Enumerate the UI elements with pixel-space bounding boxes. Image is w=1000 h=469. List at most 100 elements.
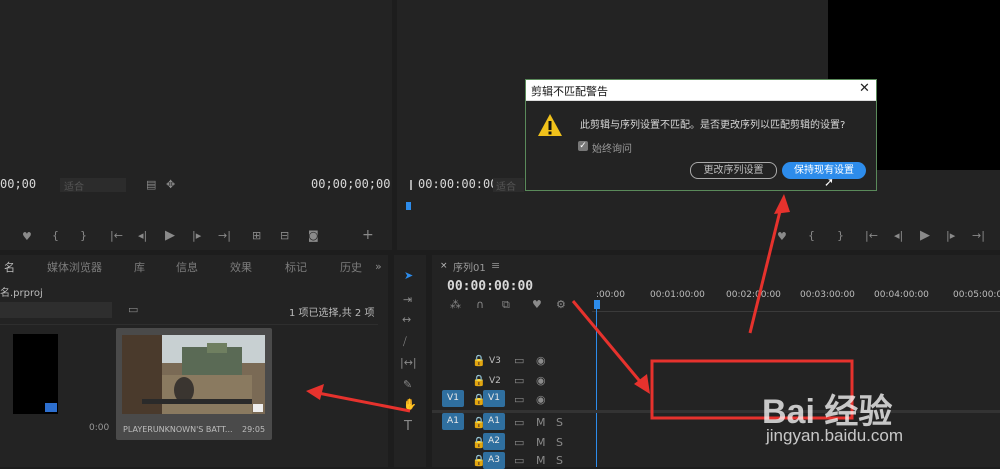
overflow-chevron-icon[interactable]: » — [375, 260, 382, 273]
source-zoom-select[interactable]: 适合 — [60, 178, 126, 193]
track-target-a2[interactable]: A2 — [483, 433, 505, 450]
add-button-icon[interactable]: + — [362, 227, 374, 243]
step-back-icon[interactable]: ◂| — [894, 229, 903, 242]
camera-icon[interactable]: ◙ — [308, 229, 319, 242]
program-timecode: 00:00:00:00 — [418, 177, 498, 191]
video-thumbnail — [122, 335, 265, 414]
tab-libraries[interactable]: 库 — [134, 259, 145, 275]
drag-icon[interactable]: ✥ — [166, 178, 175, 191]
wrench-icon[interactable]: ⚙ — [556, 298, 566, 311]
ruler-label: 00:02:00:00 — [726, 290, 781, 300]
track-label: V3 — [489, 356, 501, 366]
eye-icon[interactable]: ◉ — [536, 354, 546, 367]
tab-markers[interactable]: 标记 — [285, 259, 307, 275]
go-to-in-icon[interactable]: |← — [110, 229, 123, 242]
sequence-tab[interactable]: 序列01 — [453, 259, 486, 274]
sync-icon[interactable]: ▭ — [514, 374, 524, 387]
playhead-marker[interactable] — [594, 300, 600, 309]
change-sequence-settings-button[interactable]: 更改序列设置 — [690, 162, 777, 179]
sequence-icon — [45, 403, 57, 412]
track-select-tool-icon[interactable]: ⇥ — [403, 293, 412, 306]
ruler-track[interactable] — [592, 301, 1000, 312]
sync-icon[interactable]: ▭ — [514, 393, 524, 406]
always-ask-label: 始终询问 — [592, 144, 632, 155]
panel-menu-icon[interactable]: ≡ — [491, 259, 500, 272]
tab-history[interactable]: 历史 — [340, 259, 362, 275]
track-target-v1[interactable]: V1 — [483, 390, 505, 407]
insert-icon[interactable]: ⊞ — [252, 229, 261, 242]
folder-icon[interactable]: ▭ — [128, 303, 138, 316]
step-forward-icon[interactable]: |▸ — [192, 229, 201, 242]
dialog-message: 此剪辑与序列设置不匹配。是否更改序列以匹配剪辑的设置? — [580, 120, 846, 131]
sync-icon[interactable]: ▭ — [514, 436, 524, 449]
eye-icon[interactable]: ◉ — [536, 393, 546, 406]
snap-icon[interactable]: ⁂ — [450, 298, 461, 311]
clip-card-selected[interactable]: PLAYERUNKNOWN'S BATT... 29:05 — [116, 328, 272, 440]
tools-panel: ➤ ⇥ ↔ ⧸ |↔| ✎ ✋ T — [394, 255, 426, 467]
solo-icon[interactable]: S — [556, 454, 563, 467]
sync-icon[interactable]: ▭ — [514, 454, 524, 467]
close-icon[interactable]: ✕ — [859, 81, 870, 96]
always-ask-checkbox[interactable]: ✓ — [578, 141, 588, 151]
pen-tool-icon[interactable]: ✎ — [403, 378, 412, 391]
mute-icon[interactable]: M — [536, 416, 546, 429]
dialog-title: 剪辑不匹配警告 — [531, 85, 608, 98]
razor-tool-icon[interactable]: ⧸ — [403, 335, 407, 349]
slip-tool-icon[interactable]: |↔| — [400, 356, 417, 369]
mute-icon[interactable]: M — [536, 454, 546, 467]
source-patch-a1[interactable]: A1 — [442, 413, 464, 430]
magnet-icon[interactable]: ∩ — [476, 298, 484, 311]
in-point-icon[interactable]: { — [52, 229, 59, 242]
selection-tool-icon[interactable]: ➤ — [404, 269, 413, 282]
timeline-timecode: 00:00:00:00 — [447, 279, 534, 294]
source-monitor: 00;00 适合 ▤ ✥ 00;00;00;00 ♥ { } |← ◂| ▶ |… — [0, 0, 392, 250]
ruler-label: 00:04:00:00 — [874, 290, 929, 300]
clip-name: PLAYERUNKNOWN'S BATT... — [123, 425, 233, 434]
solo-icon[interactable]: S — [556, 416, 563, 429]
ruler-label: 00:03:00:00 — [800, 290, 855, 300]
marker-icon[interactable]: ♥ — [22, 230, 32, 243]
add-marker-icon[interactable]: ♥ — [532, 298, 542, 311]
play-icon[interactable]: ▶ — [920, 228, 930, 243]
go-to-out-icon[interactable]: →| — [218, 229, 231, 242]
clip-duration: 29:05 — [242, 425, 266, 434]
program-fit-select[interactable]: 适合 — [493, 178, 524, 193]
track-label: V2 — [489, 376, 501, 386]
track-target-a3[interactable]: A3 — [483, 452, 505, 469]
tab-media-browser[interactable]: 媒体浏览器 — [47, 259, 102, 275]
hand-tool-icon[interactable]: ✋ — [403, 398, 417, 411]
out-point-icon[interactable]: } — [80, 229, 87, 242]
sync-icon[interactable]: ▭ — [514, 354, 524, 367]
tab-info[interactable]: 信息 — [176, 259, 198, 275]
clip-thumbnail[interactable] — [13, 334, 58, 414]
lock-icon[interactable]: 🔒 — [472, 354, 486, 367]
playhead-bar — [410, 180, 412, 190]
step-back-icon[interactable]: ◂| — [138, 229, 147, 242]
ripple-edit-tool-icon[interactable]: ↔ — [402, 313, 411, 326]
lock-icon[interactable]: 🔒 — [472, 374, 486, 387]
solo-icon[interactable]: S — [556, 436, 563, 449]
step-forward-icon[interactable]: |▸ — [946, 229, 955, 242]
mute-icon[interactable]: M — [536, 436, 546, 449]
eye-icon[interactable]: ◉ — [536, 374, 546, 387]
close-icon[interactable]: × — [440, 261, 448, 271]
marker-icon[interactable]: ♥ — [777, 230, 787, 243]
track-target-a1[interactable]: A1 — [483, 413, 505, 430]
source-patch-v1[interactable]: V1 — [442, 390, 464, 407]
tab-project[interactable]: 名 — [4, 259, 15, 275]
sync-icon[interactable]: ▭ — [514, 416, 524, 429]
dialog-title-bar: 剪辑不匹配警告 ✕ — [526, 80, 876, 101]
in-point-icon[interactable]: { — [808, 229, 815, 242]
ruler-label: 00:01:00:00 — [650, 290, 705, 300]
settings-icon[interactable]: ▤ — [146, 178, 156, 191]
play-icon[interactable]: ▶ — [165, 228, 175, 243]
go-to-in-icon[interactable]: |← — [865, 229, 878, 242]
tab-effects[interactable]: 效果 — [230, 259, 252, 275]
project-search-input[interactable] — [0, 302, 112, 318]
overwrite-icon[interactable]: ⊟ — [280, 229, 289, 242]
playhead-marker[interactable] — [406, 202, 411, 210]
type-tool-icon[interactable]: T — [404, 419, 412, 434]
out-point-icon[interactable]: } — [837, 229, 844, 242]
linked-selection-icon[interactable]: ⧉ — [502, 298, 510, 312]
go-to-out-icon[interactable]: →| — [972, 229, 985, 242]
